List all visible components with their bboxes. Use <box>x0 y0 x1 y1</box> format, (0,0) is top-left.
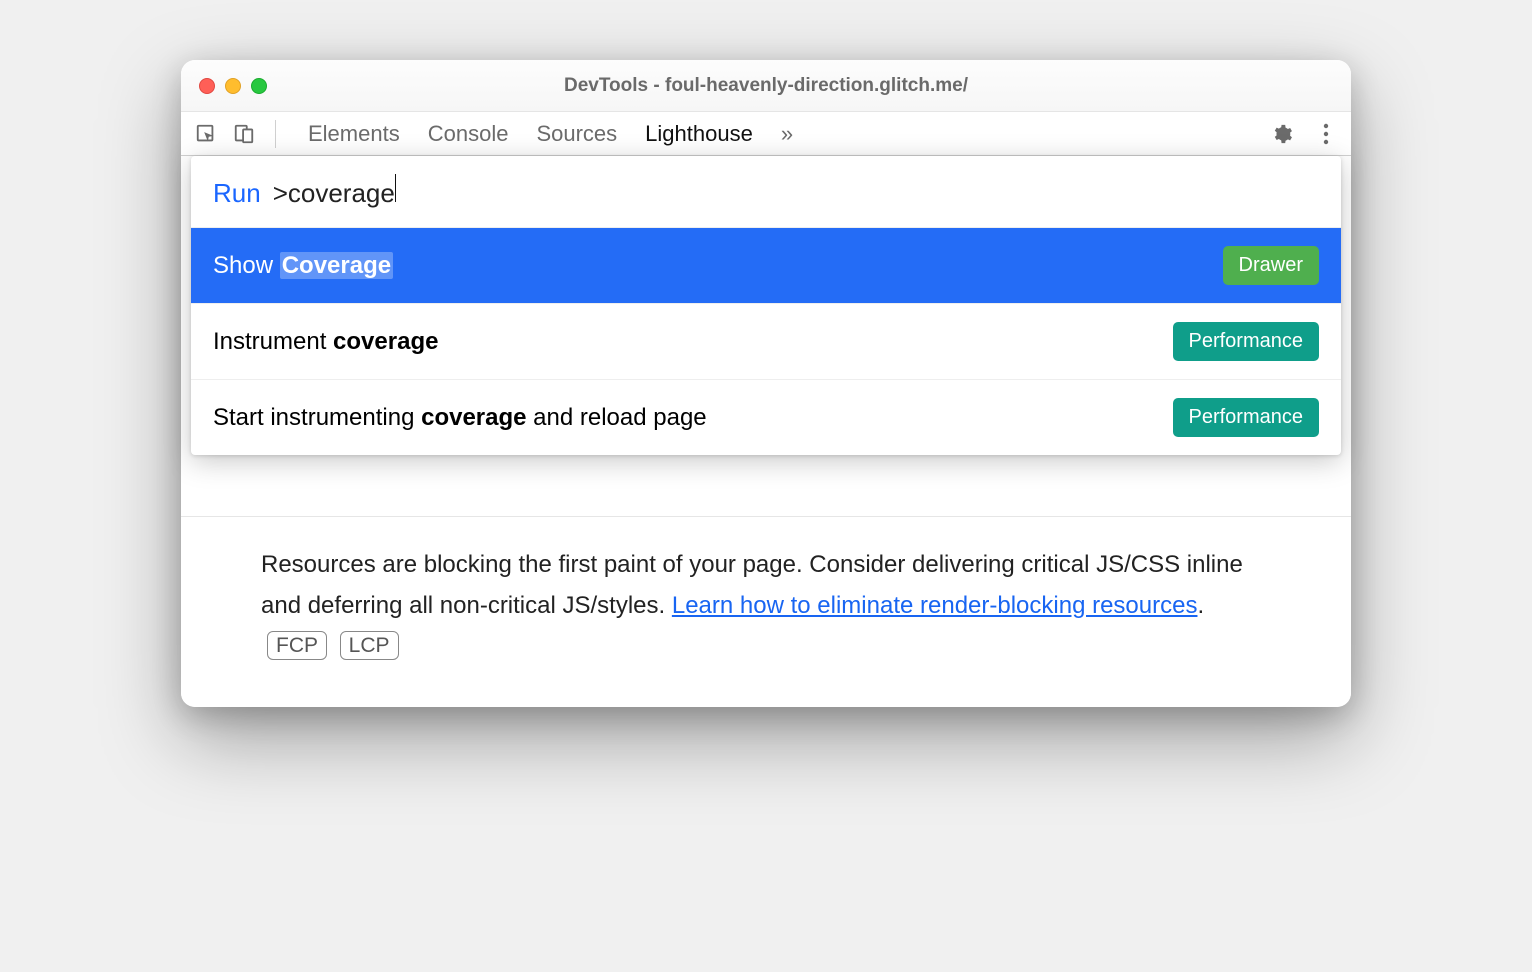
device-toolbar-icon[interactable] <box>229 119 259 149</box>
titlebar: DevTools - foul-heavenly-direction.glitc… <box>181 60 1351 112</box>
close-window-button[interactable] <box>199 78 215 94</box>
tab-sources[interactable]: Sources <box>536 121 617 147</box>
metric-pill-lcp: LCP <box>340 631 399 660</box>
command-menu: Run > coverage Show Coverage Drawer Instru… <box>191 156 1341 455</box>
kebab-menu-icon[interactable] <box>1311 119 1341 149</box>
inspect-element-icon[interactable] <box>191 119 221 149</box>
command-query: coverage <box>288 178 395 209</box>
panel-area: Run > coverage Show Coverage Drawer Instru… <box>181 156 1351 707</box>
tab-lighthouse[interactable]: Lighthouse <box>645 121 753 147</box>
command-item[interactable]: Instrument coverage Performance <box>191 303 1341 379</box>
description-period: . <box>1197 592 1204 619</box>
command-item[interactable]: Start instrumenting coverage and reload … <box>191 379 1341 455</box>
settings-gear-icon[interactable] <box>1267 119 1297 149</box>
command-list: Show Coverage Drawer Instrument coverage Pe… <box>191 228 1341 455</box>
more-tabs-button[interactable]: » <box>781 121 793 147</box>
toolbar-right <box>1267 119 1341 149</box>
command-item-badge: Performance <box>1173 322 1320 361</box>
learn-more-link[interactable]: Learn how to eliminate render-blocking r… <box>672 592 1198 619</box>
panel-tabs: Elements Console Sources Lighthouse » <box>308 121 793 147</box>
tab-elements[interactable]: Elements <box>308 121 400 147</box>
metric-pill-fcp: FCP <box>267 631 327 660</box>
toolbar-left: Elements Console Sources Lighthouse » <box>191 119 793 149</box>
audit-description: Resources are blocking the first paint o… <box>181 516 1351 707</box>
tab-console[interactable]: Console <box>428 121 509 147</box>
command-item[interactable]: Show Coverage Drawer <box>191 228 1341 303</box>
command-item-badge: Drawer <box>1223 246 1319 285</box>
text-cursor <box>395 174 396 202</box>
command-item-label: Instrument coverage <box>213 328 438 356</box>
command-gt: > <box>273 178 288 209</box>
command-prefix: Run <box>213 178 261 209</box>
separator <box>275 120 276 148</box>
window-title: DevTools - foul-heavenly-direction.glitc… <box>197 75 1335 97</box>
command-item-label: Show Coverage <box>213 252 393 280</box>
minimize-window-button[interactable] <box>225 78 241 94</box>
devtools-window: DevTools - foul-heavenly-direction.glitc… <box>181 60 1351 707</box>
command-input-row[interactable]: Run > coverage <box>191 156 1341 228</box>
devtools-toolbar: Elements Console Sources Lighthouse » <box>181 112 1351 156</box>
traffic-lights <box>199 78 267 94</box>
maximize-window-button[interactable] <box>251 78 267 94</box>
command-item-label: Start instrumenting coverage and reload … <box>213 404 707 432</box>
command-item-badge: Performance <box>1173 398 1320 437</box>
